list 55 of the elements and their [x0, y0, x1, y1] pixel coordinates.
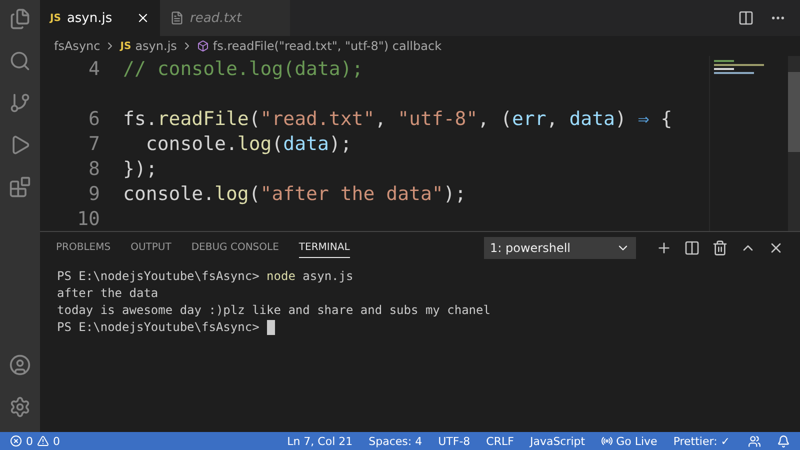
terminal-line: today is awesome day :)plz like and share and subs my chanel [57, 302, 490, 319]
breadcrumb-item[interactable]: fs.readFile("read.txt", "utf-8") callback [212, 39, 442, 53]
status-item[interactable]: Ln 7, Col 21 [287, 434, 353, 448]
status-item[interactable]: Go Live [616, 434, 658, 448]
code-line: console.log("after the data"); [123, 182, 466, 204]
line-number: 7 [88, 132, 101, 154]
code-line: // console.log(data); [123, 58, 364, 80]
terminal-line: after the data [57, 285, 158, 302]
cube-icon [196, 40, 209, 52]
panel-tab[interactable]: TERMINAL [298, 238, 350, 258]
terminal-select[interactable]: 1: powershell [484, 237, 636, 259]
warning-icon[interactable] [37, 435, 49, 447]
terminal-line: PS E:\nodejsYoutube\fsAsync> node asyn.js [57, 268, 354, 285]
code-line: }); [123, 158, 158, 180]
code-line: console.log(data); [144, 132, 352, 154]
branch-icon[interactable] [9, 92, 31, 114]
close-icon[interactable] [136, 11, 150, 25]
split-terminal-icon[interactable] [684, 240, 700, 256]
error-count[interactable]: 0 [26, 434, 33, 448]
account-icon[interactable] [9, 354, 31, 376]
status-item[interactable]: Spaces: 4 [368, 434, 422, 448]
js-file-icon: JS [120, 40, 132, 52]
broadcast-icon[interactable] [601, 435, 614, 447]
panel-tab[interactable]: DEBUG CONSOLE [191, 238, 279, 258]
status-item[interactable]: UTF-8 [438, 434, 470, 448]
status-item[interactable]: CRLF [486, 434, 514, 448]
search-icon[interactable] [9, 50, 31, 72]
editor-tab[interactable]: JS asyn.js [40, 0, 160, 36]
line-number: 9 [88, 182, 101, 204]
settings-icon[interactable] [9, 396, 31, 418]
warning-count[interactable]: 0 [53, 434, 60, 448]
file-icon [170, 11, 184, 25]
breadcrumb-item[interactable]: fsAsync [54, 39, 100, 53]
scrollbar-thumb[interactable] [788, 72, 800, 152]
terminal-line: PS E:\nodejsYoutube\fsAsync> [57, 319, 260, 336]
files-icon[interactable] [9, 8, 31, 30]
panel-tab[interactable]: PROBLEMS [56, 238, 111, 258]
extensions-icon[interactable] [9, 176, 31, 198]
split-editor-icon[interactable] [738, 10, 754, 26]
editor-tab[interactable]: read.txt [160, 0, 290, 36]
line-number: 4 [88, 58, 101, 80]
line-number: 6 [88, 108, 101, 130]
trash-icon[interactable] [712, 240, 728, 256]
bell-icon[interactable] [777, 434, 790, 448]
breadcrumb-item[interactable]: asyn.js [135, 39, 177, 53]
code-line: fs.readFile("read.txt", "utf-8", (err, data) ⇒ { [123, 108, 672, 130]
line-number: 8 [88, 158, 101, 180]
plus-icon[interactable] [656, 240, 672, 256]
people-icon[interactable] [748, 434, 761, 448]
line-number: 10 [76, 208, 101, 230]
status-item[interactable]: Prettier: ✓ [673, 434, 730, 448]
status-item[interactable]: JavaScript [530, 434, 586, 448]
js-file-icon: JS [50, 12, 61, 24]
panel-tab[interactable]: OUTPUT [130, 238, 172, 258]
error-icon[interactable] [10, 435, 22, 447]
